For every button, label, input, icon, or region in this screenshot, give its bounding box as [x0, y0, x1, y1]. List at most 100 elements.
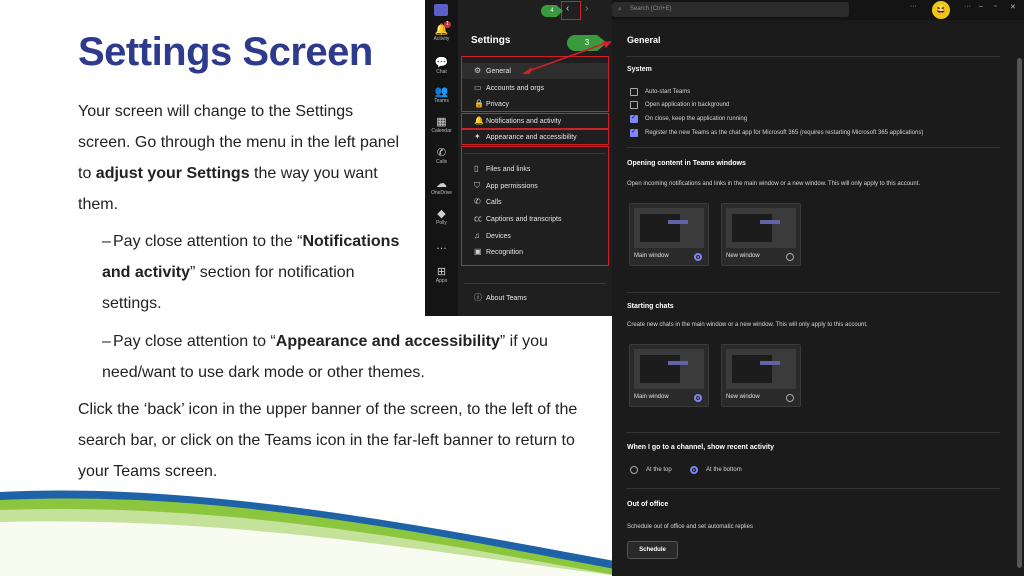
menu-divider [464, 283, 606, 284]
checkbox[interactable] [630, 113, 638, 123]
section-divider [626, 56, 1000, 57]
window-option-new-window[interactable]: New window [721, 203, 801, 266]
calendar-icon: ▦ [436, 116, 447, 128]
bullet-appearance: – Pay close attention to “Appearance and … [102, 326, 602, 388]
menu-item-label: About Teams [486, 295, 527, 302]
radio-button[interactable] [690, 466, 698, 474]
window-preview-image [634, 208, 704, 248]
radio-label: At the top [646, 467, 672, 473]
highlight-appearance [461, 129, 609, 145]
section-divider [626, 292, 1000, 293]
checkbox-label: Open application in background [645, 102, 730, 108]
apps-icon: ⊞ [436, 266, 447, 278]
section-divider [626, 432, 1000, 433]
polly-icon: ◆ [437, 208, 446, 220]
chats-heading: Starting chats [627, 303, 674, 310]
decorative-swoosh [0, 490, 620, 576]
window-option-new-window[interactable]: New window [721, 344, 801, 407]
window-preview-image [726, 349, 796, 389]
checkbox-label: Register the new Teams as the chat app f… [645, 130, 924, 136]
rail-item-label: Activity [433, 36, 450, 42]
app-rail: 🔔 1 Activity 💬 Chat 👥 Teams ▦ Calendar ✆ Calls ☁ One… [425, 0, 458, 316]
highlight-other-settings [461, 146, 609, 266]
chat-icon: 💬 [434, 57, 449, 69]
cloud-icon: ☁ [436, 178, 447, 190]
minimize-icon[interactable]: – [979, 3, 983, 10]
radio-button[interactable] [786, 253, 794, 261]
checkbox-label: On close, keep the application running [645, 116, 748, 122]
opening-heading: Opening content in Teams windows [627, 160, 746, 167]
avatar[interactable]: 😆 [932, 1, 950, 19]
intro-bold: adjust your Settings [95, 165, 250, 182]
opening-description: Open incoming notifications and links in… [627, 181, 921, 187]
section-divider [626, 147, 1000, 148]
option-label: Main window [634, 253, 669, 259]
teams-icon: 👥 [434, 86, 449, 98]
slide-title: Settings Screen [78, 30, 373, 74]
window-preview-image [634, 349, 704, 389]
rail-item-label: Calls [435, 159, 448, 165]
option-label: New window [726, 394, 760, 400]
scrollbar[interactable] [1017, 58, 1022, 568]
search-placeholder: Search (Ctrl+E) [630, 6, 672, 12]
forward-button[interactable]: › [585, 3, 588, 14]
channel-heading: When I go to a channel, show recent acti… [627, 444, 775, 451]
bullet-notifications: – Pay close attention to the “Notificatio… [102, 226, 412, 319]
rail-item-calendar[interactable]: ▦ Calendar [425, 116, 458, 134]
maximize-icon[interactable]: ▫ [994, 3, 996, 10]
notification-badge: 1 [444, 21, 451, 28]
rail-item-label: Polly [436, 220, 447, 226]
ooo-description: Schedule out of office and set automatic… [627, 524, 753, 530]
window-preview-image [726, 208, 796, 248]
rail-item-onedrive[interactable]: ☁ OneDrive [425, 178, 458, 196]
checkbox[interactable] [630, 88, 638, 96]
bullet2-bold: Appearance and accessibility [275, 333, 500, 350]
option-label: Main window [634, 394, 669, 400]
search-icon: ⌕ [618, 6, 622, 13]
search-input[interactable]: ⌕ Search (Ctrl+E) [612, 2, 849, 17]
radio-button[interactable] [786, 394, 794, 402]
rail-item-label: OneDrive [430, 190, 453, 196]
phone-icon: ✆ [436, 147, 447, 159]
checkbox[interactable] [630, 101, 638, 109]
menu-item-about-teams[interactable]: ⓘ About Teams [462, 290, 608, 306]
radio-button[interactable] [694, 253, 702, 261]
teams-titlebar: ⌕ Search (Ctrl+E) ··· 😆 ··· – ▫ ✕ [612, 0, 1024, 20]
section-divider [626, 488, 1000, 489]
radio-label: At the bottom [706, 467, 742, 473]
more-icon: … [436, 240, 447, 252]
bullet-dash: – [102, 333, 111, 350]
rail-item-apps[interactable]: ⊞ Apps [425, 266, 458, 284]
rail-item-label: Chat [436, 69, 447, 75]
ooo-heading: Out of office [627, 501, 669, 508]
highlight-notifications [461, 113, 609, 129]
rail-item-chat[interactable]: 💬 Chat [425, 57, 458, 75]
checkbox[interactable] [630, 127, 638, 137]
rail-item-label: Apps [435, 278, 448, 284]
rail-item-activity[interactable]: 🔔 1 Activity [425, 21, 458, 42]
intro-paragraph: Your screen will change to the Settings … [78, 96, 408, 220]
rail-item-label: Calendar [431, 128, 452, 134]
rail-item-label: Teams [434, 98, 449, 104]
rail-item-more[interactable]: … [425, 240, 458, 252]
option-label: New window [726, 253, 760, 259]
general-settings-pane: ⌕ Search (Ctrl+E) ··· 😆 ··· – ▫ ✕ Genera… [612, 0, 1024, 576]
general-title: General [627, 35, 661, 45]
teams-logo-icon[interactable] [434, 4, 448, 16]
radio-button[interactable] [694, 394, 702, 402]
window-option-main-window[interactable]: Main window [629, 344, 709, 407]
system-heading: System [627, 66, 652, 73]
bullet2-prefix: Pay close attention to “ [113, 333, 276, 350]
callout-arrow [522, 41, 612, 74]
radio-button[interactable] [630, 466, 638, 474]
schedule-button[interactable]: Schedule [627, 541, 678, 559]
more-options-icon[interactable]: ··· [910, 3, 917, 10]
rail-item-polly[interactable]: ◆ Polly [425, 208, 458, 226]
more-options-icon[interactable]: ··· [964, 3, 971, 10]
bullet1-prefix: Pay close attention to the “ [113, 233, 303, 250]
close-icon[interactable]: ✕ [1010, 3, 1016, 11]
settings-title: Settings [471, 35, 511, 46]
window-option-main-window[interactable]: Main window [629, 203, 709, 266]
rail-item-teams[interactable]: 👥 Teams [425, 86, 458, 104]
rail-item-calls[interactable]: ✆ Calls [425, 147, 458, 165]
